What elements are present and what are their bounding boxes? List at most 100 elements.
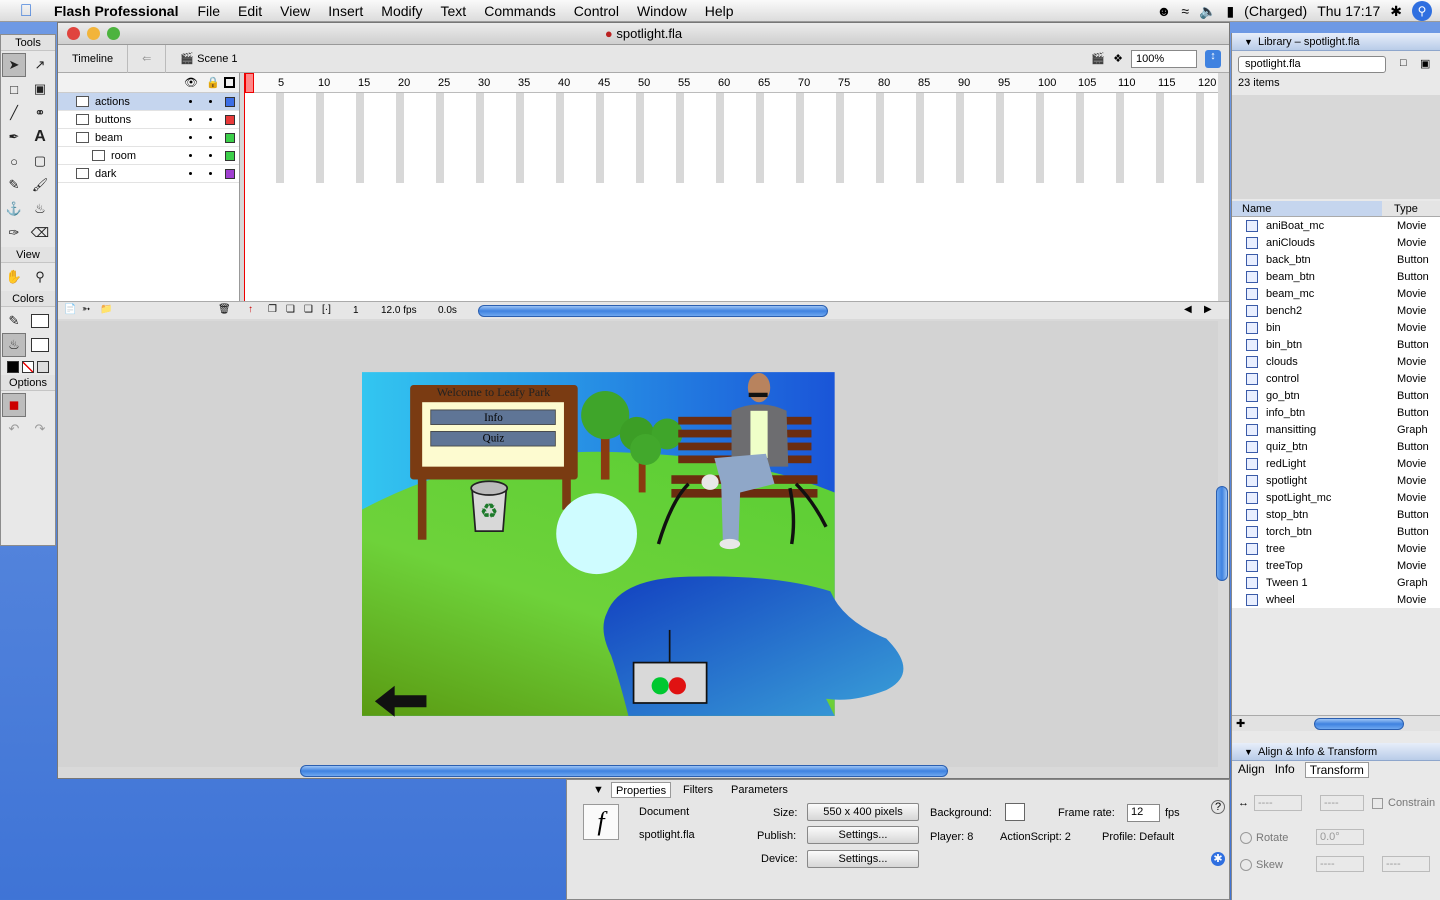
library-item[interactable]: clouds Movie	[1232, 353, 1440, 370]
library-item[interactable]: aniBoat_mc Movie	[1232, 217, 1440, 234]
frames-grid[interactable]: 1510152025303540455055606570758085909510…	[244, 73, 1218, 301]
default-colors-icon[interactable]	[7, 361, 19, 373]
layer-name[interactable]: dark	[95, 168, 116, 180]
hand-tool-icon[interactable]: ✋	[2, 265, 26, 289]
layer-room[interactable]: room	[58, 147, 239, 165]
transform-header[interactable]: Align & Info & Transform	[1232, 743, 1440, 761]
tab-align[interactable]: Align	[1238, 762, 1265, 778]
stroke-color-icon[interactable]: ✎	[2, 309, 26, 333]
edit-scene-icon[interactable]: 🎬	[1091, 52, 1105, 65]
scroll-left-icon[interactable]: ◀	[1184, 304, 1192, 315]
layer-visibility-toggle[interactable]	[189, 154, 192, 157]
library-item[interactable]: control Movie	[1232, 370, 1440, 387]
selection-tool-icon[interactable]: ➤	[2, 53, 26, 77]
stroke-color-swatch[interactable]	[28, 309, 52, 333]
tab-filters[interactable]: Filters	[679, 782, 717, 798]
ink-bottle-tool-icon[interactable]: ⚓	[2, 197, 26, 221]
device-settings-button[interactable]: Settings...	[807, 850, 919, 868]
skew-v-input[interactable]: ----	[1382, 856, 1430, 872]
menu-control[interactable]: Control	[565, 3, 628, 19]
center-frame-icon[interactable]: ↑	[248, 304, 253, 315]
menu-insert[interactable]: Insert	[319, 3, 372, 19]
spotlight-search-icon[interactable]: ⚲	[1412, 1, 1432, 21]
layer-outline-color[interactable]	[225, 150, 235, 161]
library-item[interactable]: beam_mc Movie	[1232, 285, 1440, 302]
rectangle-tool-icon[interactable]: ▢	[28, 149, 52, 173]
library-header[interactable]: Library – spotlight.fla	[1232, 33, 1440, 51]
layer-buttons[interactable]: buttons	[58, 111, 239, 129]
playhead[interactable]	[244, 73, 254, 301]
user-icon[interactable]: ☻	[1157, 3, 1172, 19]
frame-ruler[interactable]: 1510152025303540455055606570758085909510…	[244, 73, 1218, 93]
background-color-swatch[interactable]	[1005, 803, 1025, 821]
add-folder-icon[interactable]: 📁	[100, 304, 112, 315]
library-item[interactable]: back_btn Button	[1232, 251, 1440, 268]
size-button[interactable]: 550 x 400 pixels	[807, 803, 919, 821]
framerate-input[interactable]: 12	[1127, 804, 1160, 822]
library-item[interactable]: tree Movie	[1232, 540, 1440, 557]
scene-breadcrumb[interactable]: 🎬 Scene 1	[166, 45, 251, 73]
paint-bucket-tool-icon[interactable]: ♨	[28, 197, 52, 221]
straighten-icon[interactable]: ↷	[28, 417, 52, 441]
layer-dark[interactable]: dark	[58, 165, 239, 183]
gradient-transform-tool-icon[interactable]: ▣	[28, 77, 52, 101]
go-light[interactable]	[651, 677, 669, 695]
menu-help[interactable]: Help	[696, 3, 743, 19]
new-library-panel-icon[interactable]: □	[1400, 57, 1407, 69]
library-item[interactable]: aniClouds Movie	[1232, 234, 1440, 251]
show-hide-all-icon[interactable]: 👁	[184, 76, 198, 89]
stop-light[interactable]	[668, 677, 686, 695]
library-item[interactable]: go_btn Button	[1232, 387, 1440, 404]
library-item[interactable]: bin Movie	[1232, 319, 1440, 336]
tab-properties[interactable]: Properties	[611, 782, 672, 798]
rotate-radio[interactable]	[1240, 832, 1252, 844]
modify-onion-markers-icon[interactable]: [·]	[322, 304, 331, 315]
library-item[interactable]: torch_btn Button	[1232, 523, 1440, 540]
library-item[interactable]: stop_btn Button	[1232, 506, 1440, 523]
rotate-input[interactable]: 0.0°	[1316, 829, 1364, 845]
library-item[interactable]: info_btn Button	[1232, 404, 1440, 421]
free-transform-tool-icon[interactable]: □	[2, 77, 26, 101]
library-document-select[interactable]: spotlight.fla	[1238, 56, 1386, 73]
app-menu[interactable]: Flash Professional	[52, 3, 188, 19]
swap-colors-icon[interactable]	[37, 361, 49, 373]
layer-name[interactable]: room	[111, 150, 136, 162]
menu-view[interactable]: View	[271, 3, 319, 19]
layer-name[interactable]: buttons	[95, 114, 131, 126]
layer-visibility-toggle[interactable]	[189, 100, 192, 103]
clock[interactable]: Thu 17:17	[1317, 3, 1380, 19]
layer-lock-toggle[interactable]	[209, 136, 212, 139]
line-tool-icon[interactable]: ╱	[2, 101, 26, 125]
height-scale-input[interactable]: ----	[1320, 795, 1364, 811]
layer-actions[interactable]: actions	[58, 93, 239, 111]
layer-outline-color[interactable]	[225, 132, 235, 143]
add-layer-icon[interactable]: 📄	[64, 304, 76, 315]
info-button[interactable]: Info	[484, 412, 503, 424]
minimize-window-icon[interactable]	[87, 27, 100, 40]
layer-lock-toggle[interactable]	[209, 172, 212, 175]
help-icon[interactable]: ?	[1211, 800, 1225, 814]
stage-vertical-scrollbar[interactable]	[1216, 486, 1228, 581]
lock-fill-icon[interactable]: ◼	[2, 393, 26, 417]
eyedropper-tool-icon[interactable]: ✑	[2, 221, 26, 245]
pen-tool-icon[interactable]: ✒	[2, 125, 26, 149]
zoom-input[interactable]: 100%	[1131, 49, 1197, 68]
publish-settings-button[interactable]: Settings...	[807, 826, 919, 844]
constrain-checkbox[interactable]	[1372, 798, 1383, 809]
menu-modify[interactable]: Modify	[372, 3, 431, 19]
library-scroll-thumb[interactable]	[1314, 718, 1404, 730]
brush-tool-icon[interactable]: 🖌	[28, 173, 52, 197]
library-item[interactable]: bin_btn Button	[1232, 336, 1440, 353]
layer-visibility-toggle[interactable]	[189, 172, 192, 175]
library-item[interactable]: Tween 1 Graph	[1232, 574, 1440, 591]
smooth-icon[interactable]: ↶	[2, 417, 26, 441]
pin-library-icon[interactable]: ▣	[1420, 57, 1430, 70]
layer-outline-color[interactable]	[225, 168, 235, 179]
menu-edit[interactable]: Edit	[229, 3, 271, 19]
outline-all-icon[interactable]	[224, 77, 235, 88]
timeline-horizontal-scrollbar[interactable]	[478, 305, 828, 317]
layer-name[interactable]: beam	[95, 132, 123, 144]
close-window-icon[interactable]	[67, 27, 80, 40]
zoom-dropdown-icon[interactable]: ↕	[1205, 49, 1221, 68]
library-item[interactable]: spotLight_mc Movie	[1232, 489, 1440, 506]
